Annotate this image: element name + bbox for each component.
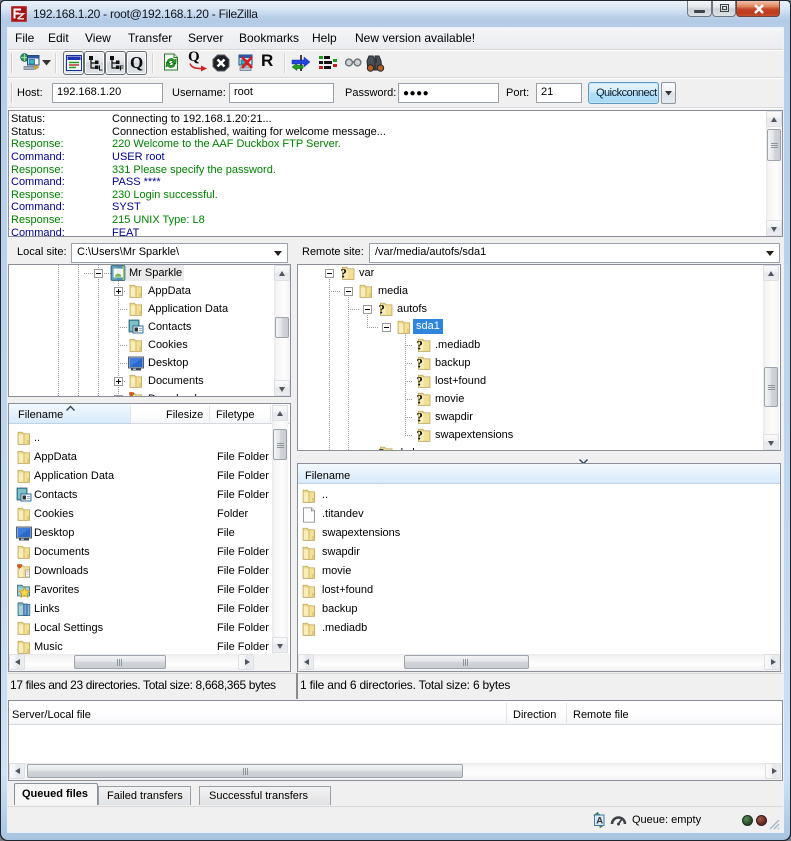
svg-text:L: L bbox=[99, 66, 104, 72]
svg-text:A: A bbox=[596, 816, 603, 827]
svg-text:F: F bbox=[120, 66, 125, 72]
